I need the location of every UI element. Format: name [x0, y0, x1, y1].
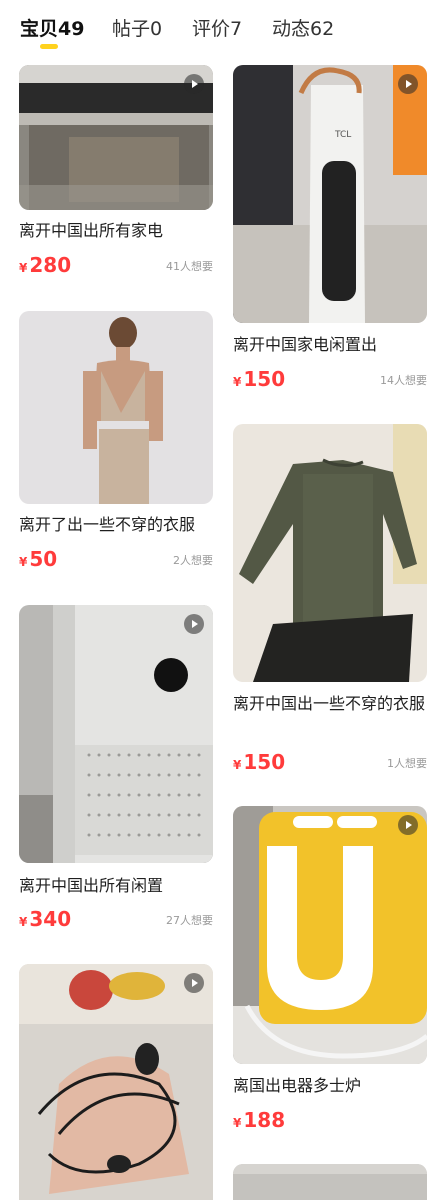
product-photo — [19, 964, 213, 1200]
product-photo — [233, 1164, 427, 1200]
video-play-icon — [184, 74, 204, 94]
tab-items[interactable]: 宝贝49 — [20, 14, 84, 41]
product-photo — [233, 424, 427, 682]
product-price: ¥150 — [233, 750, 286, 774]
product-title: 离开中国出一些不穿的衣服 — [233, 694, 426, 713]
video-play-icon — [398, 74, 418, 94]
product-card[interactable]: 离开中国出所有家电 ¥280 41人想要 — [19, 65, 213, 280]
product-title: 离开中国家电闲置出 — [233, 335, 378, 354]
wants-count: 1人想要 — [387, 757, 427, 770]
product-title: 离开中国出所有闲置 — [19, 876, 164, 895]
product-card[interactable] — [19, 964, 213, 1200]
product-price: ¥280 — [19, 253, 72, 277]
product-card[interactable]: TCL 离开中国家电闲置出 ¥150 14人想要 — [233, 65, 427, 395]
product-photo: TCL — [233, 65, 427, 323]
product-card[interactable]: 离国出电器多士炉 ¥188 — [233, 806, 427, 1136]
product-card[interactable]: 离开中国出所有闲置 ¥340 27人想要 — [19, 605, 213, 931]
product-photo — [19, 605, 213, 863]
product-card[interactable]: 离开中国出一些不穿的衣服 ¥150 1人想要 — [233, 424, 427, 779]
active-tab-indicator — [40, 44, 58, 49]
wants-count: 2人想要 — [173, 554, 213, 567]
wants-count: 27人想要 — [166, 914, 213, 927]
product-price: ¥340 — [19, 907, 72, 931]
product-price: ¥150 — [233, 367, 286, 391]
tab-reviews[interactable]: 评价7 — [192, 14, 242, 41]
wants-count: 41人想要 — [166, 260, 213, 273]
video-play-icon — [184, 614, 204, 634]
video-play-icon — [398, 815, 418, 835]
video-play-icon — [184, 973, 204, 993]
tab-posts[interactable]: 帖子0 — [112, 14, 162, 41]
tab-bar: 宝贝49 帖子0 评价7 动态62 — [0, 0, 446, 56]
product-price: ¥188 — [233, 1108, 286, 1132]
svg-text:TCL: TCL — [334, 130, 351, 140]
product-price: ¥50 — [19, 547, 58, 571]
wants-count: 14人想要 — [380, 374, 427, 387]
product-title: 离开了出一些不穿的衣服 — [19, 515, 196, 534]
product-photo — [19, 311, 213, 504]
product-card[interactable]: 离开了出一些不穿的衣服 ¥50 2人想要 — [19, 311, 213, 576]
tab-activity[interactable]: 动态62 — [272, 14, 334, 41]
product-photo — [19, 65, 213, 210]
product-photo — [233, 806, 427, 1064]
product-title: 离开中国出所有家电 — [19, 221, 164, 240]
product-card[interactable] — [233, 1164, 427, 1200]
product-title: 离国出电器多士炉 — [233, 1076, 362, 1095]
